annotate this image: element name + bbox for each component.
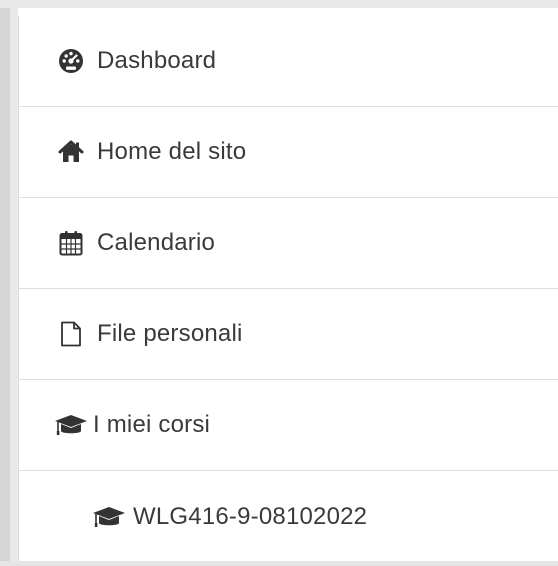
- nav-item-label: File personali: [97, 320, 243, 347]
- app-frame: Dashboard Home del sito Calendario File …: [0, 0, 558, 566]
- nav-item-label: WLG416-9-08102022: [133, 502, 368, 530]
- nav-item-label: Home del sito: [97, 138, 247, 165]
- home-icon: [57, 138, 85, 166]
- nav-item-label: I miei corsi: [93, 411, 211, 438]
- nav-item-home[interactable]: Home del sito: [19, 107, 558, 198]
- top-strip: [0, 0, 558, 8]
- nav-item-calendar[interactable]: Calendario: [19, 198, 558, 289]
- navigation-drawer: Dashboard Home del sito Calendario File …: [18, 16, 558, 562]
- left-scroll-edge-inner: [10, 8, 18, 566]
- nav-item-label: Calendario: [97, 229, 216, 256]
- nav-item-my-courses[interactable]: I miei corsi: [19, 380, 558, 471]
- file-icon: [57, 320, 85, 348]
- graduation-cap-icon: [53, 411, 89, 439]
- nav-item-personal-files[interactable]: File personali: [19, 289, 558, 380]
- graduation-cap-icon: [91, 503, 127, 531]
- nav-item-dashboard[interactable]: Dashboard: [19, 16, 558, 107]
- dashboard-icon: [57, 47, 85, 75]
- left-scroll-edge: [0, 8, 10, 566]
- nav-item-label: Dashboard: [97, 47, 217, 74]
- bottom-edge: [0, 561, 558, 566]
- nav-item-course-wlg416[interactable]: WLG416-9-08102022: [19, 471, 558, 562]
- calendar-icon: [57, 229, 85, 257]
